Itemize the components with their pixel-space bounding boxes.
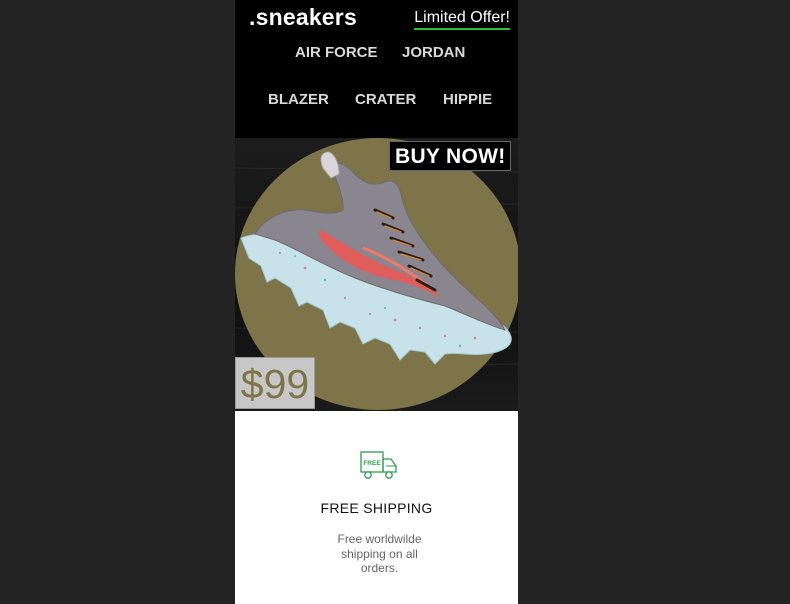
nav-item-blazer[interactable]: BLAZER xyxy=(268,91,329,108)
nav-item-air-force[interactable]: AIR FORCE xyxy=(295,44,378,61)
limited-offer-link[interactable]: Limited Offer! xyxy=(414,9,510,30)
feature-title: FREE SHIPPING xyxy=(320,500,433,516)
feature-description: Free worldwilde shipping on all orders. xyxy=(337,532,422,575)
price-tag: $99 xyxy=(235,357,315,409)
buy-now-button[interactable]: BUY NOW! xyxy=(389,141,511,171)
nav-item-jordan[interactable]: JORDAN xyxy=(402,44,465,61)
brand-logo[interactable]: .sneakers xyxy=(249,4,357,31)
free-label: FREE xyxy=(363,460,381,467)
site-header: .sneakers Limited Offer! AIR FORCE JORDA… xyxy=(235,0,518,138)
free-shipping-feature: FREE FREE SHIPPING Free worldwilde shipp… xyxy=(235,411,518,604)
nav-item-hippie[interactable]: HIPPIE xyxy=(443,91,492,108)
nav-item-crater[interactable]: CRATER xyxy=(355,91,416,108)
free-shipping-truck-icon: FREE xyxy=(360,451,397,479)
mobile-page: .sneakers Limited Offer! AIR FORCE JORDA… xyxy=(235,0,518,604)
hero-banner: BUY NOW! $99 xyxy=(235,138,518,411)
